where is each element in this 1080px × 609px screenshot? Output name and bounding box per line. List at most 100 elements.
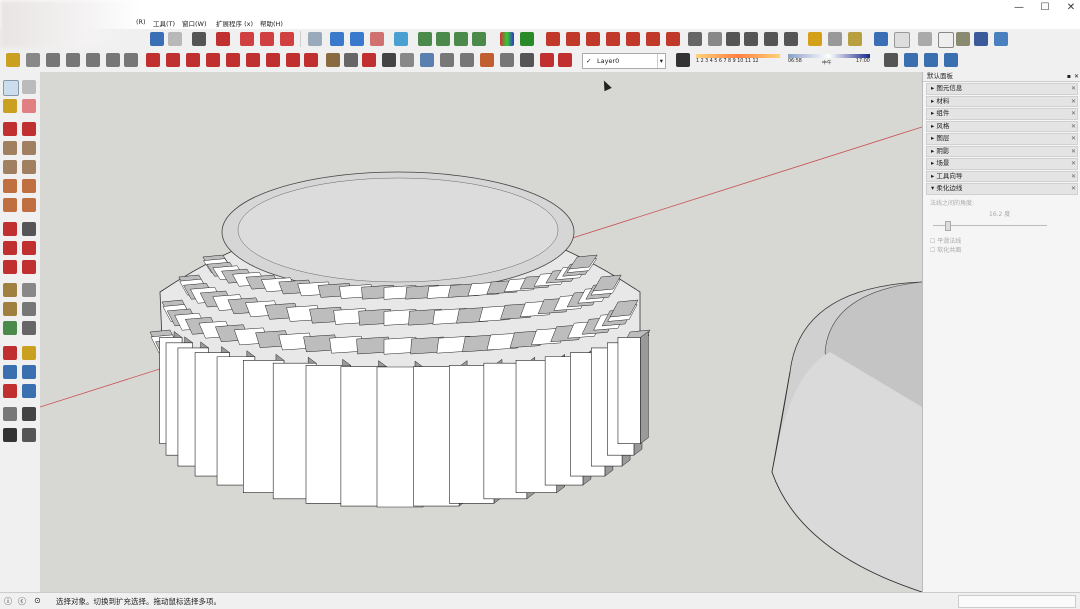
style-icon-6[interactable] (974, 32, 988, 46)
tray-layers[interactable]: ▸ 图层 ✕ (926, 133, 1078, 145)
pie-tool-icon[interactable] (370, 32, 384, 46)
component-tool-icon[interactable] (22, 80, 36, 94)
geo-icon[interactable]: ⊙ (34, 596, 41, 605)
offset-tool-icon[interactable] (22, 260, 36, 274)
style-shaded-icon[interactable] (848, 32, 862, 46)
menu-item-window[interactable]: 窗口(W) (182, 18, 207, 28)
view-top-icon[interactable] (708, 32, 722, 46)
soften-coplanar-option[interactable]: ☐ 软化共面 (930, 245, 961, 254)
zoom-tool-icon[interactable] (3, 365, 17, 379)
layer-select[interactable]: ✓ Layer0 ▾ (582, 53, 666, 69)
axes-icon-4[interactable] (472, 32, 486, 46)
style-icon-3[interactable] (918, 32, 932, 46)
tray-soften-edges[interactable]: ▾ 柔化边线 ✕ (926, 183, 1078, 195)
style-icon-7[interactable] (994, 32, 1008, 46)
tray-materials[interactable]: ▸ 材料 ✕ (926, 95, 1078, 107)
rotated-rect-tool-icon[interactable] (22, 141, 36, 155)
scale-tool-icon[interactable] (3, 260, 17, 274)
view-left-icon[interactable] (784, 32, 798, 46)
plugin-icon-32[interactable] (924, 53, 938, 67)
warehouse-icon[interactable] (240, 32, 254, 46)
render-icon-4[interactable] (606, 32, 620, 46)
plugin-icon-29[interactable] (558, 53, 572, 67)
plugin-icon-15[interactable] (286, 53, 300, 67)
position-camera-icon[interactable] (3, 407, 17, 421)
plugin-icon-3[interactable] (46, 53, 60, 67)
plugin-icon-14[interactable] (266, 53, 280, 67)
axes-tool-icon[interactable] (3, 321, 17, 335)
plugin-icon-23[interactable] (440, 53, 454, 67)
plugin-icon-1[interactable] (6, 53, 20, 67)
plugin-icon-8[interactable] (146, 53, 160, 67)
pin-icon[interactable]: ▪ (1067, 72, 1071, 81)
plugin-icon-31[interactable] (904, 53, 918, 67)
zoom-window-tool-icon[interactable] (22, 365, 36, 379)
close-button[interactable]: ✕ (1056, 0, 1080, 16)
measurements-box[interactable] (958, 595, 1076, 608)
plugin-icon-10[interactable] (186, 53, 200, 67)
axes-icon-2[interactable] (436, 32, 450, 46)
3dtext-tool-icon[interactable] (22, 321, 36, 335)
search-icon[interactable] (22, 384, 36, 398)
plugin-icon-17[interactable] (326, 53, 340, 67)
style-icon-4[interactable] (938, 32, 954, 48)
color-swatch-icon[interactable] (500, 32, 514, 46)
style-wire-icon[interactable] (828, 32, 842, 46)
eraser-tool-icon[interactable] (308, 32, 322, 46)
smooth-normals-option[interactable]: ☐ 平滑法线 (930, 236, 961, 245)
redo-icon[interactable] (168, 32, 182, 46)
view-right-icon[interactable] (744, 32, 758, 46)
plugin-icon-11[interactable] (206, 53, 220, 67)
style-icon-2[interactable] (894, 32, 910, 48)
arc3-tool-icon[interactable] (3, 198, 17, 212)
plugin-icon-27[interactable] (520, 53, 534, 67)
axes-icon-1[interactable] (418, 32, 432, 46)
rotate-tool-icon[interactable] (3, 241, 17, 255)
render-icon-6[interactable] (646, 32, 660, 46)
freehand-tool-icon[interactable] (22, 122, 36, 136)
orbit-tool-icon[interactable] (3, 346, 17, 360)
plugin-icon-20[interactable] (382, 53, 396, 67)
render-icon-7[interactable] (666, 32, 680, 46)
menu-item-tools[interactable]: 工具(T) (153, 18, 175, 28)
tray-scenes[interactable]: ▸ 场景 ✕ (926, 158, 1078, 170)
select-tool-icon[interactable] (3, 80, 19, 96)
tray-entity-info[interactable]: ▸ 图元信息 ✕ (926, 83, 1078, 95)
plugin-icon-33[interactable] (944, 53, 958, 67)
move-tool-icon[interactable] (3, 222, 17, 236)
tray-components[interactable]: ▸ 组件 ✕ (926, 108, 1078, 120)
zoom-extents-tool-icon[interactable] (3, 384, 17, 398)
extension-warehouse-icon[interactable] (280, 32, 294, 46)
section-plane-icon[interactable] (22, 428, 36, 442)
polygon-tool-icon[interactable] (22, 160, 36, 174)
credits-icon[interactable]: ⓒ (18, 596, 26, 607)
arc-tool-icon-left[interactable] (3, 179, 17, 193)
plugin-icon-7[interactable] (124, 53, 138, 67)
view-back-icon[interactable] (764, 32, 778, 46)
style-icon-1[interactable] (874, 32, 888, 46)
shadow-time-gradient[interactable] (788, 54, 870, 58)
look-around-icon[interactable] (22, 407, 36, 421)
walk-tool-icon[interactable] (3, 428, 17, 442)
render-icon-5[interactable] (626, 32, 640, 46)
freehand-icon[interactable] (394, 32, 408, 46)
view-front-icon[interactable] (726, 32, 740, 46)
up-arrow-icon[interactable] (520, 32, 534, 46)
model-viewport[interactable] (40, 72, 922, 592)
style-xray-icon[interactable] (808, 32, 822, 46)
followme-tool-icon[interactable] (22, 241, 36, 255)
plugin-icon-4[interactable] (66, 53, 80, 67)
view-iso-icon[interactable] (688, 32, 702, 46)
render-icon-1[interactable] (546, 32, 560, 46)
plugin-icon-24[interactable] (460, 53, 474, 67)
eraser-tool-icon[interactable] (22, 99, 36, 113)
arc2-tool-icon[interactable] (350, 32, 364, 46)
rectangle-tool-icon[interactable] (3, 141, 17, 155)
plugin-icon-26[interactable] (500, 53, 514, 67)
axes-icon-3[interactable] (454, 32, 468, 46)
paint-tool-icon[interactable] (3, 99, 17, 113)
plugin-icon-19[interactable] (362, 53, 376, 67)
menu-item-extensions[interactable]: 扩展程序 (x) (216, 18, 253, 28)
pushpull-tool-icon[interactable] (22, 222, 36, 236)
dimension-tool-icon[interactable] (22, 283, 36, 297)
